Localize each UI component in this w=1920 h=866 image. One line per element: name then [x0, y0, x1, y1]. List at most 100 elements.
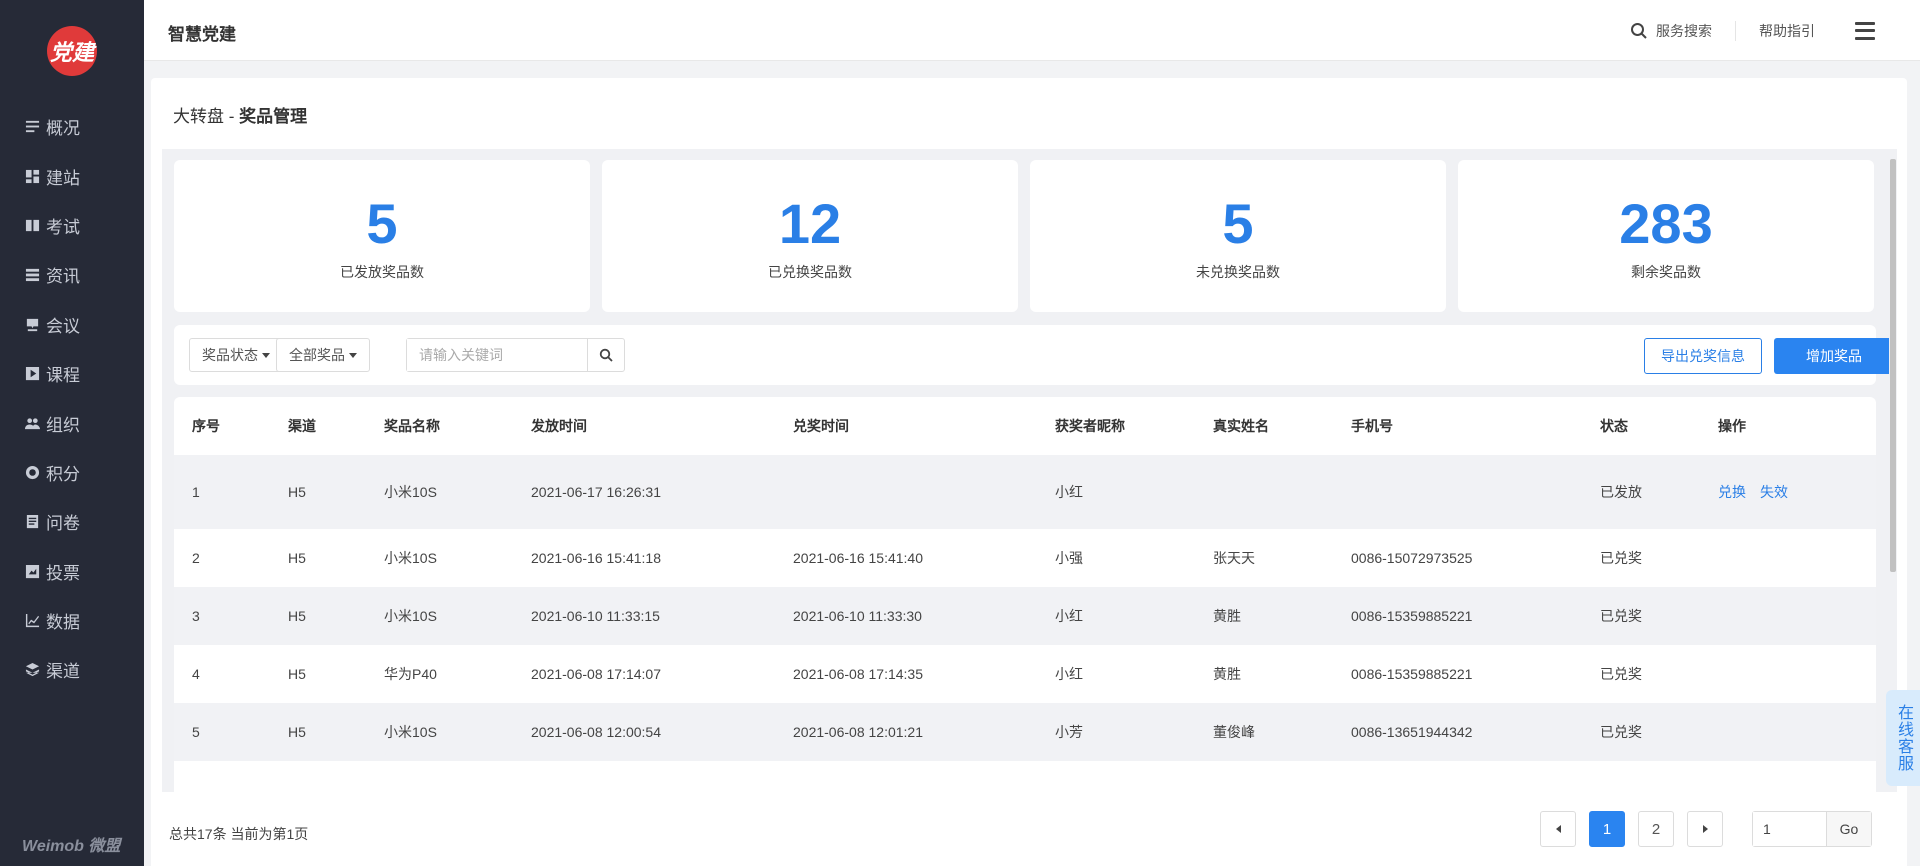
cell-redeemed: 2021-06-16 15:41:40	[793, 550, 923, 566]
service-search-button[interactable]: 服务搜索	[1630, 20, 1736, 41]
prize-table: 序号 渠道 奖品名称 发放时间 兑奖时间 获奖者昵称 真实姓名 手机号 状态 操…	[174, 397, 1876, 798]
cell-redeemed: 2021-06-10 11:33:30	[775, 587, 1037, 645]
sidebar-item-label: 建站	[46, 168, 80, 188]
cell-phone: 0086-13651944342	[1333, 703, 1582, 761]
cell-nickname: 小芳	[1037, 703, 1195, 761]
cell-no: 5	[174, 703, 270, 761]
cell-issued: 2021-06-08 17:14:07	[531, 666, 661, 682]
party-logo[interactable]: 党建	[47, 26, 97, 76]
hamburger-menu-icon[interactable]	[1855, 21, 1875, 40]
sidebar-item-label: 资讯	[46, 267, 80, 287]
pagination-bar: 总共17条 当前为第1页 1 2 Go	[151, 792, 1907, 866]
sidebar-item-meeting[interactable]: 会议	[0, 300, 144, 349]
cell-status: 已兑奖	[1600, 550, 1642, 566]
prev-page-button[interactable]	[1540, 811, 1576, 847]
col-header-actions: 操作	[1718, 418, 1746, 434]
help-guide-link[interactable]: 帮助指引	[1759, 21, 1815, 41]
caret-right-icon	[1702, 825, 1708, 833]
sidebar: 党建 概况 建站 考试 资讯 会议 课程 组织 积分 问卷 投票 数据 渠道 W…	[0, 0, 144, 866]
stat-label: 已兑换奖品数	[768, 264, 852, 280]
online-support-tab[interactable]: 在线客服	[1886, 690, 1920, 786]
redeem-link[interactable]: 兑换	[1718, 484, 1746, 500]
search-button[interactable]	[587, 339, 624, 371]
sidebar-item-course[interactable]: 课程	[0, 349, 144, 398]
cell-actions	[1700, 703, 1876, 761]
cell-no: 3	[174, 587, 270, 645]
cell-channel: H5	[288, 666, 306, 682]
service-search-label: 服务搜索	[1656, 22, 1712, 39]
form-icon	[25, 514, 40, 529]
cell-channel: H5	[270, 455, 366, 529]
caret-down-icon	[349, 352, 357, 358]
stat-value: 5	[366, 192, 398, 255]
col-header-status: 状态	[1600, 418, 1628, 434]
breadcrumb-parent[interactable]: 大转盘 -	[173, 107, 239, 126]
col-header-redeemed: 兑奖时间	[793, 418, 849, 434]
table-row: 2 H5 小米10S 2021-06-16 15:41:18 2021-06-1…	[174, 529, 1876, 587]
cell-nickname: 小强	[1055, 550, 1083, 566]
goto-page-input[interactable]	[1753, 812, 1827, 846]
page-button-2[interactable]: 2	[1638, 811, 1674, 847]
cell-phone: 0086-15072973525	[1351, 550, 1473, 566]
stat-label: 已发放奖品数	[340, 264, 424, 280]
cell-name: 董俊峰	[1195, 703, 1333, 761]
content-area: 5 已发放奖品数 12 已兑换奖品数 5 未兑换奖品数 283 剩余奖品数 奖品…	[162, 149, 1897, 798]
stat-value: 283	[1619, 192, 1713, 255]
stat-label: 未兑换奖品数	[1196, 264, 1280, 280]
sidebar-item-label: 数据	[46, 613, 80, 633]
cell-name: 张天天	[1213, 550, 1255, 566]
sidebar-item-label: 投票	[46, 563, 80, 583]
scrollbar-thumb[interactable]	[1890, 159, 1896, 572]
stat-label: 剩余奖品数	[1631, 264, 1701, 280]
cell-prize: 小米10S	[366, 587, 513, 645]
play-icon	[25, 366, 40, 381]
chart-icon	[25, 613, 40, 628]
app-title: 智慧党建	[168, 25, 236, 44]
next-page-button[interactable]	[1687, 811, 1723, 847]
invalidate-link[interactable]: 失效	[1760, 484, 1788, 500]
dashboard-icon	[25, 169, 40, 184]
header-actions: 服务搜索 帮助指引	[1630, 0, 1920, 61]
pager: 1 2 Go	[1540, 811, 1907, 847]
col-header-no: 序号	[192, 418, 220, 434]
prize-status-dropdown[interactable]: 奖品状态	[189, 338, 283, 372]
sidebar-item-points[interactable]: 积分	[0, 448, 144, 497]
cell-prize: 小米10S	[366, 703, 513, 761]
cell-name: 黄胜	[1195, 587, 1333, 645]
sidebar-item-survey[interactable]: 问卷	[0, 497, 144, 546]
page-title: 奖品管理	[239, 107, 308, 126]
go-button[interactable]: Go	[1827, 812, 1871, 846]
cell-redeemed	[775, 455, 1037, 529]
sidebar-item-organization[interactable]: 组织	[0, 398, 144, 447]
sidebar-item-label: 组织	[46, 415, 80, 435]
col-header-prize: 奖品名称	[384, 418, 440, 434]
cell-redeemed: 2021-06-08 12:01:21	[775, 703, 1037, 761]
cell-issued: 2021-06-10 11:33:15	[513, 587, 775, 645]
sidebar-item-label: 会议	[46, 316, 80, 336]
top-header: 智慧党建 服务搜索 帮助指引	[144, 0, 1920, 61]
sidebar-item-channel[interactable]: 渠道	[0, 645, 144, 694]
goto-page: Go	[1752, 811, 1872, 847]
cell-phone: 0086-15359885221	[1333, 587, 1582, 645]
prize-type-dropdown[interactable]: 全部奖品	[276, 338, 370, 372]
cell-name	[1195, 455, 1333, 529]
breadcrumb: 大转盘 - 奖品管理	[173, 102, 307, 127]
page-button-1[interactable]: 1	[1589, 811, 1625, 847]
sidebar-item-label: 考试	[46, 217, 80, 237]
sidebar-item-news[interactable]: 资讯	[0, 250, 144, 299]
sidebar-item-vote[interactable]: 投票	[0, 547, 144, 596]
caret-left-icon	[1555, 825, 1561, 833]
cell-channel: H5	[270, 703, 366, 761]
col-header-phone: 手机号	[1351, 418, 1393, 434]
export-redemption-button[interactable]: 导出兑奖信息	[1644, 338, 1762, 374]
sidebar-item-overview[interactable]: 概况	[0, 102, 144, 151]
add-prize-button[interactable]: 增加奖品	[1774, 338, 1894, 374]
sidebar-item-site[interactable]: 建站	[0, 151, 144, 200]
keyword-search-input[interactable]	[407, 339, 587, 371]
sidebar-item-data[interactable]: 数据	[0, 596, 144, 645]
sidebar-item-exam[interactable]: 考试	[0, 201, 144, 250]
sidebar-nav: 概况 建站 考试 资讯 会议 课程 组织 积分 问卷 投票 数据 渠道	[0, 102, 144, 695]
cell-actions	[1700, 645, 1876, 703]
search-icon	[599, 348, 613, 362]
cell-channel: H5	[270, 587, 366, 645]
